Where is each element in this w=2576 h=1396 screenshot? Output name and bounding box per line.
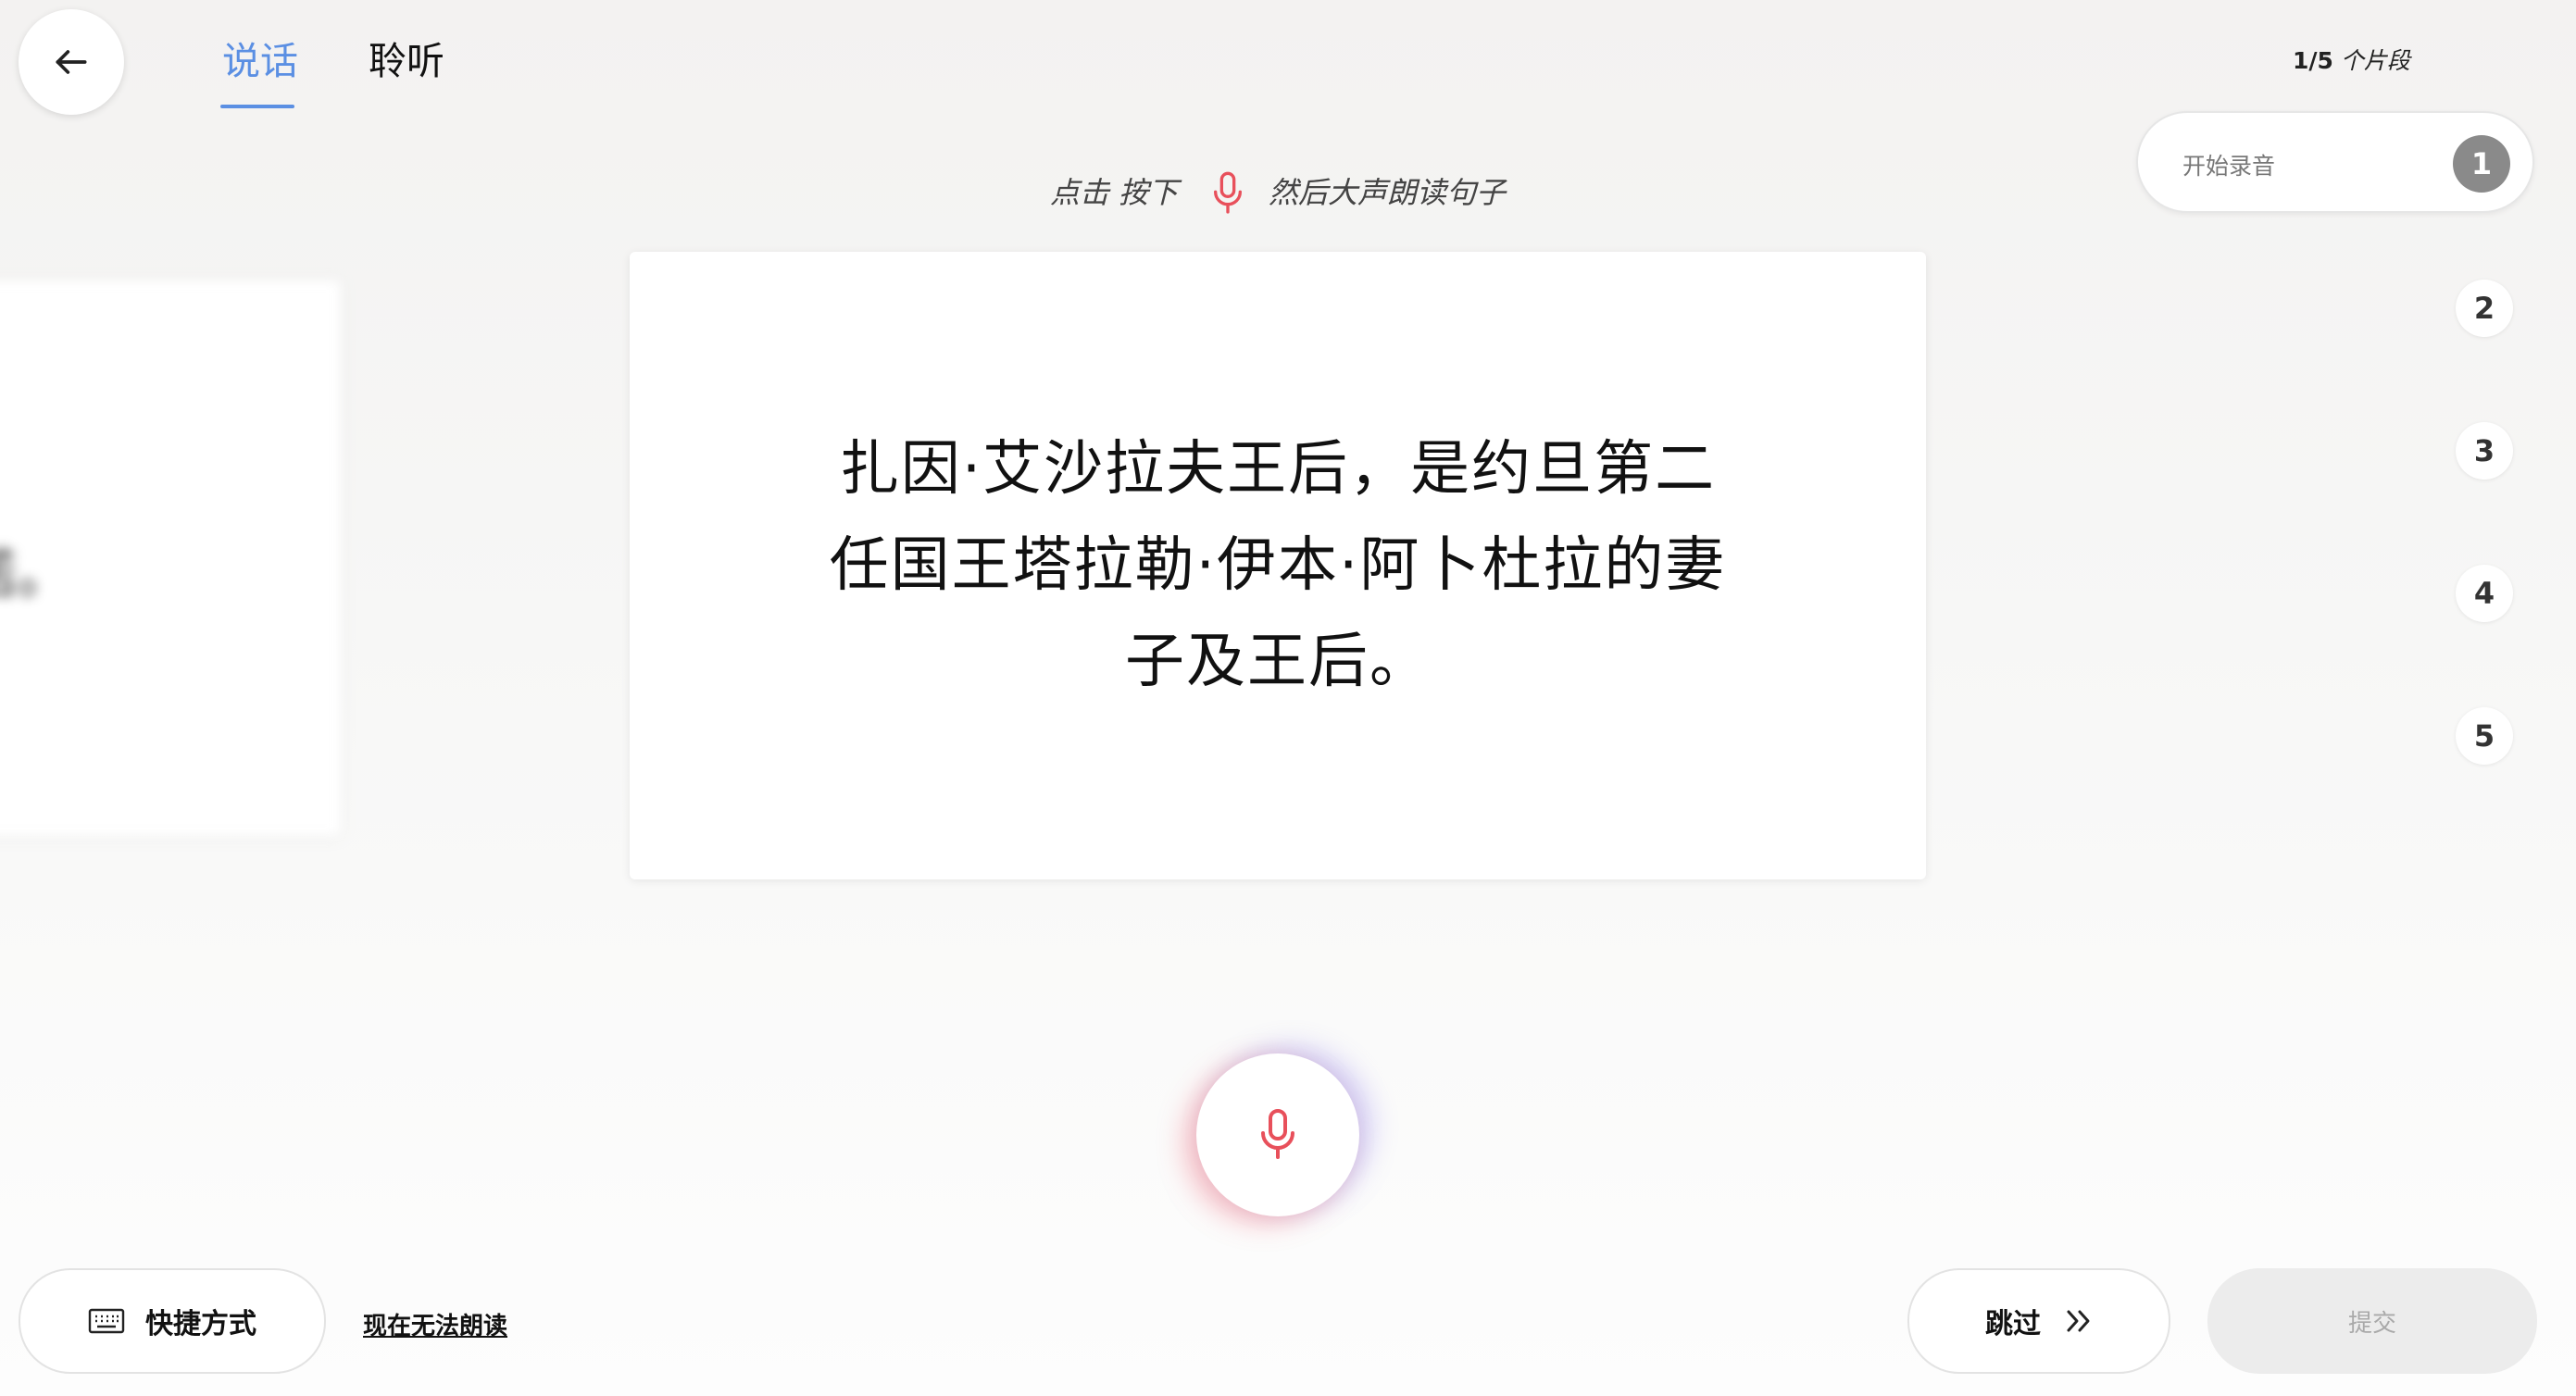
start-recording-label: 开始录音: [2182, 153, 2276, 180]
back-button[interactable]: [19, 9, 124, 115]
segment-progress: 1/5 个片段: [2293, 43, 2410, 76]
skip-label: 跳过: [1985, 1308, 2041, 1340]
sentence-card: 扎因·艾沙拉夫王后，是约旦第二 任国王塔拉勒·伊本·阿卜杜拉的妻 子及王后。: [630, 252, 1926, 879]
submit-button[interactable]: 提交: [2207, 1268, 2537, 1374]
record-button[interactable]: [1196, 1053, 1359, 1216]
step-3[interactable]: 3: [2456, 422, 2513, 480]
previous-sentence-text: 诺。: [0, 542, 71, 605]
microphone-icon: [1256, 1106, 1300, 1164]
step-4[interactable]: 4: [2456, 565, 2513, 622]
step-current[interactable]: 开始录音 1: [2136, 111, 2534, 213]
arrow-left-icon: [51, 42, 92, 82]
sentence-line: 扎因·艾沙拉夫王后，是约旦第二: [839, 435, 1717, 504]
cant-read-link[interactable]: 现在无法朗读: [363, 1307, 507, 1341]
shortcuts-button[interactable]: 快捷方式: [19, 1268, 326, 1374]
tab-listen[interactable]: 聆听: [369, 35, 444, 87]
sentence-line: 子及王后。: [1125, 628, 1431, 696]
segment-unit: 个片段: [2340, 47, 2410, 74]
segment-count: 1/5: [2293, 47, 2333, 74]
hint-before: 点击 按下: [1050, 175, 1179, 210]
step-1: 1: [2453, 135, 2510, 193]
shortcuts-label: 快捷方式: [145, 1308, 256, 1340]
previous-sentence-card: 诺。: [0, 280, 341, 836]
tab-speak-underline: [220, 105, 294, 108]
step-5[interactable]: 5: [2456, 707, 2513, 765]
double-chevron-right-icon: [2065, 1308, 2093, 1334]
step-2[interactable]: 2: [2456, 280, 2513, 337]
sentence-text: 扎因·艾沙拉夫王后，是约旦第二 任国王塔拉勒·伊本·阿卜杜拉的妻 子及王后。: [824, 421, 1732, 710]
microphone-icon: [1209, 170, 1246, 220]
tab-speak[interactable]: 说话: [222, 35, 298, 87]
skip-button[interactable]: 跳过: [1907, 1268, 2170, 1374]
keyboard-icon: [88, 1308, 125, 1334]
sentence-line: 任国王塔拉勒·伊本·阿卜杜拉的妻: [829, 531, 1727, 600]
hint-after: 然后大声朗读句子: [1269, 175, 1507, 210]
